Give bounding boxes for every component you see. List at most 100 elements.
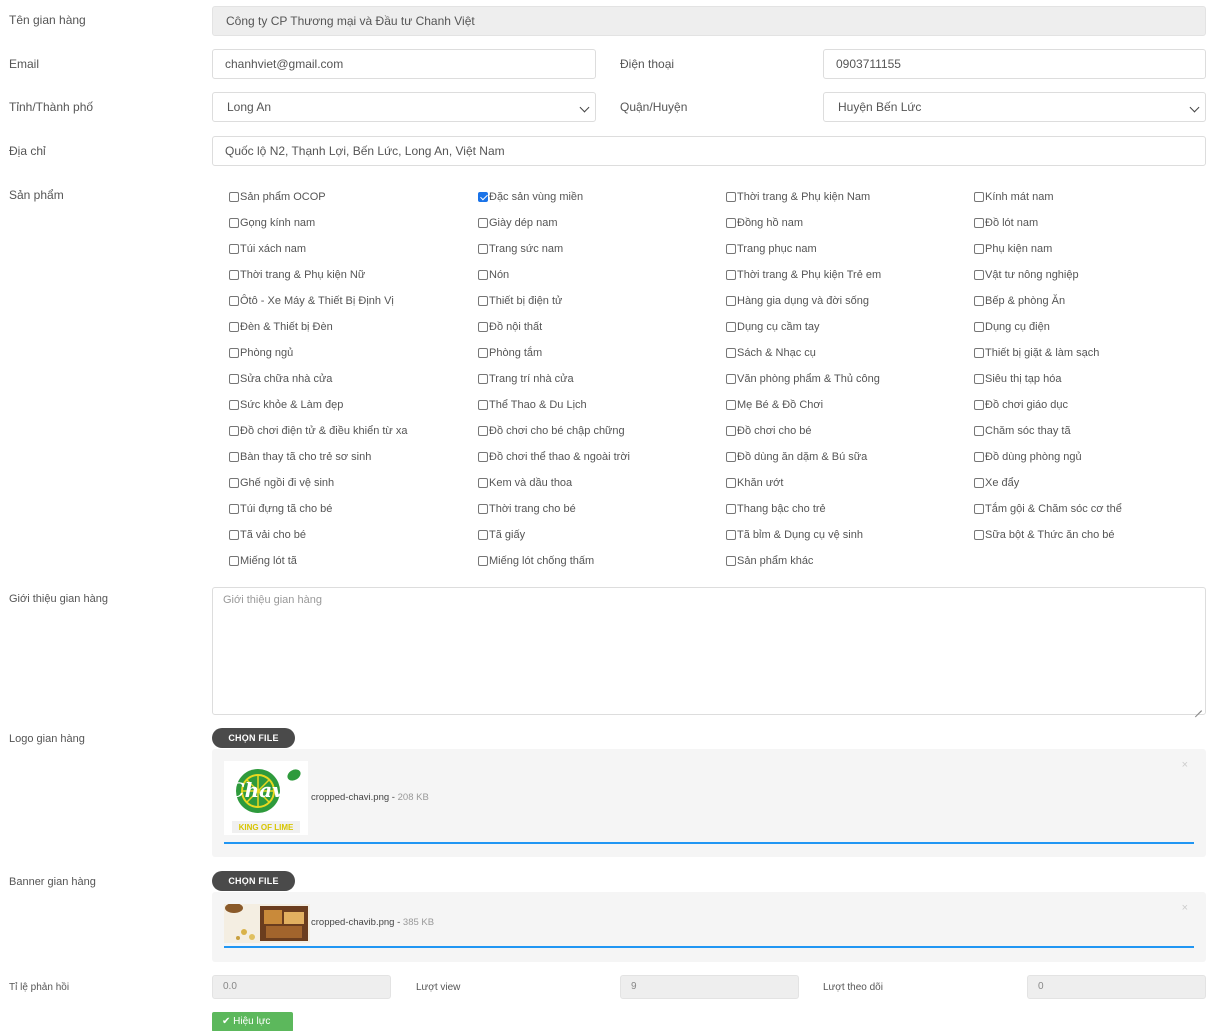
product-checkbox-item[interactable]: Sức khỏe & Làm đẹp (229, 398, 343, 412)
resize-grip-icon[interactable] (1195, 704, 1202, 711)
product-checkbox[interactable] (974, 192, 984, 202)
product-checkbox[interactable] (229, 400, 239, 410)
product-checkbox-item[interactable]: Thời trang & Phụ kiện Nữ (229, 268, 365, 282)
product-checkbox[interactable] (974, 504, 984, 514)
product-checkbox-item[interactable]: Tã vải cho bé (229, 528, 306, 542)
product-checkbox[interactable] (726, 452, 736, 462)
product-checkbox[interactable] (229, 244, 239, 254)
product-checkbox[interactable] (974, 530, 984, 540)
product-checkbox[interactable] (478, 218, 488, 228)
close-icon[interactable]: × (1182, 759, 1188, 771)
product-checkbox[interactable] (726, 504, 736, 514)
product-checkbox-item[interactable]: Trang phục nam (726, 242, 817, 256)
logo-choose-file-button[interactable]: CHỌN FILE (212, 728, 295, 748)
product-checkbox-item[interactable]: Đồ dùng ăn dặm & Bú sữa (726, 450, 867, 464)
product-checkbox-item[interactable]: Đặc sản vùng miền (478, 190, 583, 204)
product-checkbox-item[interactable]: Bếp & phòng Ăn (974, 294, 1065, 308)
product-checkbox[interactable] (478, 348, 488, 358)
product-checkbox-item[interactable]: Đồ nội thất (478, 320, 542, 334)
product-checkbox-item[interactable]: Đồng hồ nam (726, 216, 803, 230)
province-select[interactable]: Long An (212, 92, 596, 122)
views-field[interactable]: 9 (620, 975, 799, 999)
product-checkbox[interactable] (478, 374, 488, 384)
product-checkbox[interactable] (229, 530, 239, 540)
product-checkbox[interactable] (726, 192, 736, 202)
product-checkbox[interactable] (974, 400, 984, 410)
product-checkbox[interactable] (726, 270, 736, 280)
product-checkbox-item[interactable]: Tã giấy (478, 528, 525, 542)
product-checkbox-item[interactable]: Đồ lót nam (974, 216, 1038, 230)
product-checkbox-item[interactable]: Xe đẩy (974, 476, 1019, 490)
product-checkbox-item[interactable]: Trang sức nam (478, 242, 563, 256)
product-checkbox-item[interactable]: Thể Thao & Du Lịch (478, 398, 587, 412)
product-checkbox[interactable] (478, 400, 488, 410)
product-checkbox[interactable] (229, 322, 239, 332)
product-checkbox-item[interactable]: Phòng ngủ (229, 346, 293, 360)
product-checkbox[interactable] (726, 348, 736, 358)
product-checkbox[interactable] (478, 426, 488, 436)
product-checkbox-item[interactable]: Đồ chơi điện tử & điều khiển từ xa (229, 424, 407, 438)
product-checkbox-item[interactable]: Đồ chơi giáo dục (974, 398, 1068, 412)
product-checkbox-item[interactable]: Thời trang & Phụ kiện Trẻ em (726, 268, 881, 282)
product-checkbox-item[interactable]: Mẹ Bé & Đồ Chơi (726, 398, 823, 412)
product-checkbox[interactable] (974, 348, 984, 358)
product-checkbox[interactable] (478, 244, 488, 254)
product-checkbox[interactable] (478, 478, 488, 488)
product-checkbox[interactable] (974, 322, 984, 332)
product-checkbox-item[interactable]: Đồ chơi cho bé (726, 424, 811, 438)
product-checkbox[interactable] (229, 296, 239, 306)
product-checkbox-item[interactable]: Trang trí nhà cửa (478, 372, 574, 386)
banner-choose-file-button[interactable]: CHỌN FILE (212, 871, 295, 891)
product-checkbox-item[interactable]: Thời trang & Phụ kiện Nam (726, 190, 870, 204)
product-checkbox[interactable] (974, 478, 984, 488)
product-checkbox-item[interactable]: Dụng cụ cầm tay (726, 320, 820, 334)
address-field[interactable]: Quốc lộ N2, Thạnh Lợi, Bến Lức, Long An,… (212, 136, 1206, 166)
product-checkbox[interactable] (478, 296, 488, 306)
product-checkbox[interactable] (726, 426, 736, 436)
product-checkbox-item[interactable]: Vật tư nông nghiệp (974, 268, 1079, 282)
product-checkbox-item[interactable]: Tã bỉm & Dụng cụ vệ sinh (726, 528, 863, 542)
product-checkbox[interactable] (974, 296, 984, 306)
product-checkbox[interactable] (229, 426, 239, 436)
product-checkbox[interactable] (229, 218, 239, 228)
phone-field[interactable]: 0903711155 (823, 49, 1206, 79)
product-checkbox-item[interactable]: Bàn thay tã cho trẻ sơ sinh (229, 450, 371, 464)
product-checkbox[interactable] (478, 452, 488, 462)
product-checkbox-item[interactable]: Khăn ướt (726, 476, 783, 490)
close-icon[interactable]: × (1182, 902, 1188, 914)
product-checkbox-item[interactable]: Sửa chữa nhà cửa (229, 372, 332, 386)
followers-field[interactable]: 0 (1027, 975, 1206, 999)
product-checkbox-item[interactable]: Ôtô - Xe Máy & Thiết Bị Định Vị (229, 294, 394, 308)
product-checkbox[interactable] (974, 244, 984, 254)
product-checkbox-item[interactable]: Chăm sóc thay tã (974, 424, 1071, 438)
product-checkbox-item[interactable]: Tắm gội & Chăm sóc cơ thể (974, 502, 1122, 516)
product-checkbox[interactable] (974, 426, 984, 436)
product-checkbox[interactable] (229, 348, 239, 358)
product-checkbox-item[interactable]: Ghế ngồi đi vệ sinh (229, 476, 334, 490)
product-checkbox[interactable] (726, 244, 736, 254)
product-checkbox-item[interactable]: Sản phẩm OCOP (229, 190, 326, 204)
product-checkbox-item[interactable]: Đèn & Thiết bị Đèn (229, 320, 333, 334)
product-checkbox[interactable] (726, 322, 736, 332)
product-checkbox-item[interactable]: Thiết bị điện tử (478, 294, 562, 308)
product-checkbox-item[interactable]: Sách & Nhạc cụ (726, 346, 816, 360)
product-checkbox[interactable] (229, 192, 239, 202)
product-checkbox-item[interactable]: Siêu thị tạp hóa (974, 372, 1061, 386)
product-checkbox[interactable] (974, 374, 984, 384)
product-checkbox[interactable] (229, 452, 239, 462)
product-checkbox-item[interactable]: Miếng lót tã (229, 554, 297, 568)
submit-button[interactable]: ✔ Hiệu lực (212, 1012, 293, 1031)
product-checkbox[interactable] (478, 322, 488, 332)
product-checkbox[interactable] (229, 374, 239, 384)
product-checkbox[interactable] (726, 478, 736, 488)
product-checkbox[interactable] (229, 478, 239, 488)
product-checkbox[interactable] (478, 192, 488, 202)
product-checkbox-item[interactable]: Thời trang cho bé (478, 502, 576, 516)
product-checkbox-item[interactable]: Gọng kính nam (229, 216, 315, 230)
product-checkbox[interactable] (229, 270, 239, 280)
product-checkbox-item[interactable]: Hàng gia dụng và đời sống (726, 294, 869, 308)
product-checkbox[interactable] (974, 270, 984, 280)
product-checkbox-item[interactable]: Thiết bị giặt & làm sạch (974, 346, 1099, 360)
product-checkbox-item[interactable]: Phụ kiện nam (974, 242, 1052, 256)
product-checkbox-item[interactable]: Giày dép nam (478, 216, 557, 230)
